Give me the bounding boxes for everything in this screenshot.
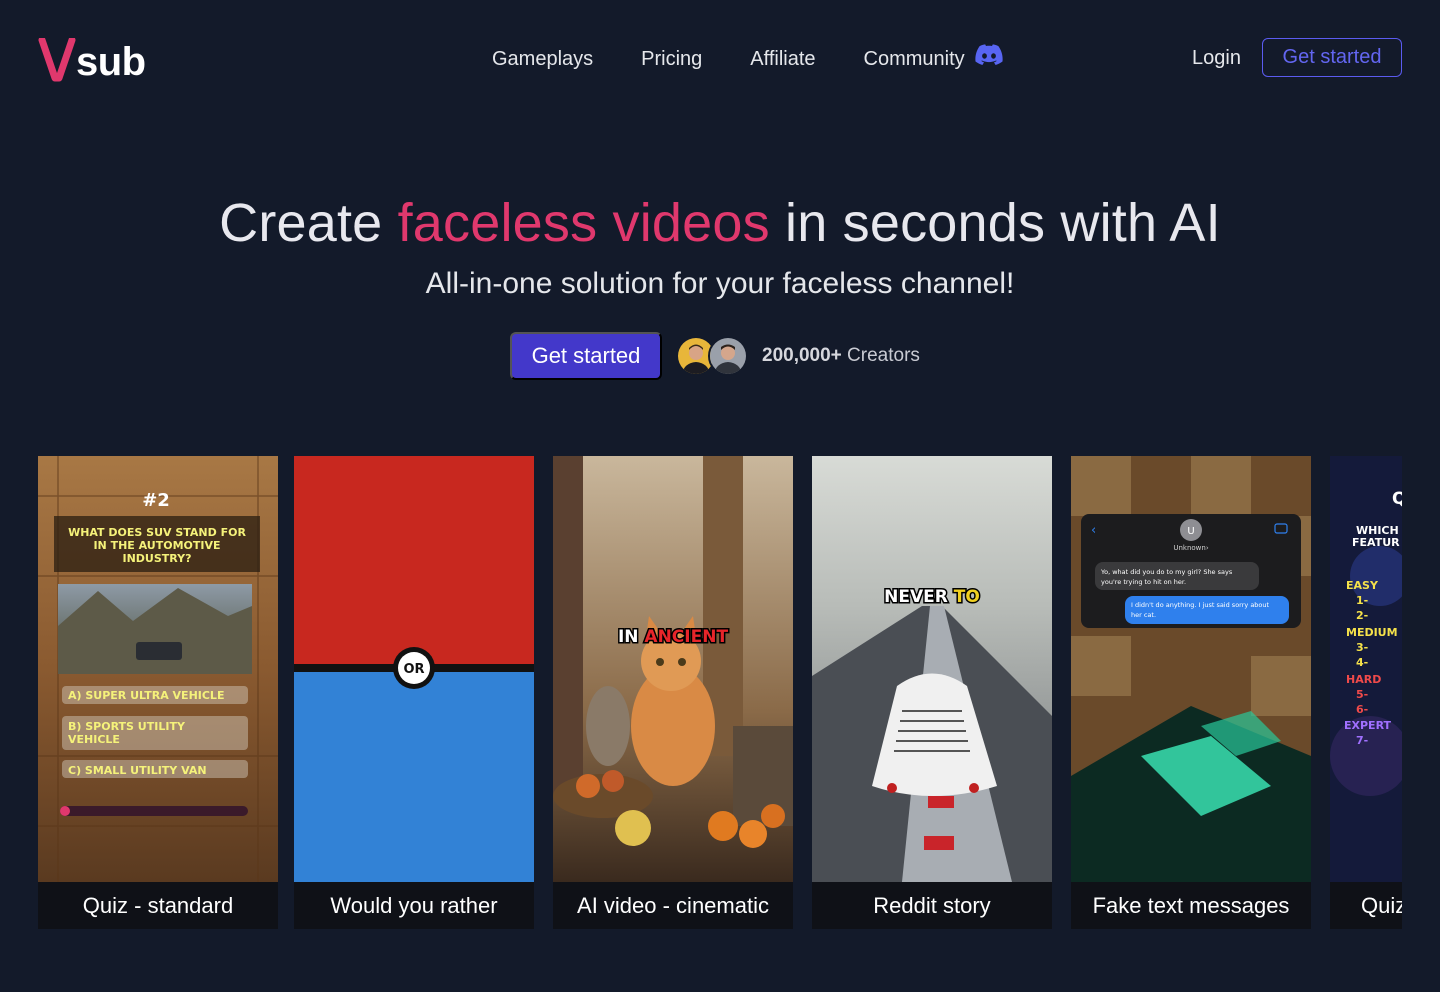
logo-v-mark <box>38 38 76 82</box>
level-item: 1- <box>1356 594 1368 607</box>
contact-name: Unknown› <box>1173 544 1208 552</box>
level-item: 3- <box>1356 641 1368 654</box>
card-label: Quiz - standard <box>38 882 278 929</box>
would-you-rather-preview: OR <box>294 456 534 882</box>
quiz-preview: #2 WHAT DOES SUV STAND FOR IN THE AUTOMO… <box>38 456 278 882</box>
level-item: 4- <box>1356 656 1368 669</box>
discord-icon <box>975 44 1003 74</box>
login-link[interactable]: Login <box>1192 44 1241 72</box>
ai-video-preview: IN ANCIENT <box>553 456 793 882</box>
quiz-title-letter: Q <box>1392 489 1402 509</box>
creators-count: 200,000+ Creators <box>762 343 920 369</box>
level-item: 7- <box>1356 734 1368 747</box>
quiz-question-2: FEATUR <box>1352 536 1400 549</box>
quiz-question-2: IN THE AUTOMOTIVE <box>93 539 220 552</box>
template-card-fake-text-messages[interactable]: ‹ U Unknown› Yo, what did you do to my g… <box>1071 456 1311 929</box>
header-get-started-button[interactable]: Get started <box>1262 38 1402 77</box>
avatar <box>708 336 748 376</box>
logo-text: sub <box>76 40 146 84</box>
contact-initial: U <box>1187 526 1194 537</box>
nav-affiliate[interactable]: Affiliate <box>750 45 815 73</box>
or-badge: OR <box>403 662 424 677</box>
hero-title-end: in seconds with AI <box>769 193 1221 253</box>
message-sent-2: her cat. <box>1131 611 1156 619</box>
hero-get-started-button[interactable]: Get started <box>510 332 662 380</box>
level-hard: HARD <box>1346 673 1381 686</box>
template-card-ai-video-cinematic[interactable]: IN ANCIENT AI video - cinematic <box>553 456 793 929</box>
hero-title-start: Create <box>219 193 398 253</box>
hero-cta-row: Get started 200,000+ Creators <box>510 332 920 380</box>
quiz-option-b: B) SPORTS UTILITY <box>68 720 186 733</box>
template-carousel: #2 WHAT DOES SUV STAND FOR IN THE AUTOMO… <box>38 456 1402 930</box>
cinematic-caption: IN ANCIENT <box>618 627 729 647</box>
template-card-quiz-standard[interactable]: #2 WHAT DOES SUV STAND FOR IN THE AUTOMO… <box>38 456 278 929</box>
logo[interactable]: sub <box>38 34 146 82</box>
message-received-2: you're trying to hit on her. <box>1101 578 1186 586</box>
message-sent-1: I didn't do anything. I just said sorry … <box>1131 601 1270 609</box>
quiz-question-1: WHAT DOES SUV STAND FOR <box>68 526 246 539</box>
quiz-option-c: C) SMALL UTILITY VAN <box>68 764 207 777</box>
level-item: 6- <box>1356 703 1368 716</box>
card-label: Quiz <box>1330 882 1402 929</box>
nav-gameplays-label: Gameplays <box>492 48 594 70</box>
level-item: 2- <box>1356 609 1368 622</box>
reddit-story-preview: NEVER TO <box>812 456 1052 882</box>
hero-title-accent: faceless videos <box>397 193 770 253</box>
template-card-would-you-rather[interactable]: OR Would you rather <box>294 456 534 929</box>
quiz-question-3: INDUSTRY? <box>122 552 191 565</box>
creators-label: Creators <box>841 345 920 366</box>
hero-title: Create faceless videos in seconds with A… <box>0 188 1440 258</box>
main-nav: Gameplays Pricing Affiliate Community <box>492 44 1003 74</box>
quiz-number: #2 <box>142 490 170 511</box>
creators-number: 200,000+ <box>762 345 842 366</box>
nav-community-label: Community <box>863 48 965 70</box>
nav-gameplays[interactable]: Gameplays <box>492 45 593 73</box>
nav-pricing-label: Pricing <box>641 48 703 70</box>
quiz-levels-preview: Q WHICH FEATUR EASY 1- 2- MEDIUM 3- 4- H… <box>1330 456 1402 882</box>
reddit-caption: NEVER TO <box>884 587 980 607</box>
nav-community[interactable]: Community <box>864 44 1003 74</box>
level-medium: MEDIUM <box>1346 626 1398 639</box>
card-label: AI video - cinematic <box>553 882 793 929</box>
template-card-reddit-story[interactable]: NEVER TO Reddit story <box>812 456 1052 929</box>
level-easy: EASY <box>1346 579 1379 592</box>
message-received-1: Yo, what did you do to my girl? She says <box>1100 568 1233 576</box>
site-header: sub Gameplays Pricing Affiliate Communit… <box>0 0 1440 116</box>
nav-affiliate-label: Affiliate <box>750 48 816 70</box>
card-label: Would you rather <box>294 882 534 929</box>
hero-subtitle: All-in-one solution for your faceless ch… <box>425 267 1015 300</box>
quiz-option-b-cont: VEHICLE <box>68 733 120 746</box>
level-expert: EXPERT <box>1344 719 1392 732</box>
quiz-option-a: A) SUPER ULTRA VEHICLE <box>68 689 224 702</box>
fake-text-preview: ‹ U Unknown› Yo, what did you do to my g… <box>1071 456 1311 882</box>
back-icon: ‹ <box>1091 523 1096 538</box>
nav-pricing[interactable]: Pricing <box>641 45 702 73</box>
card-label: Reddit story <box>812 882 1052 929</box>
template-card-quiz[interactable]: Q WHICH FEATUR EASY 1- 2- MEDIUM 3- 4- H… <box>1330 456 1402 929</box>
level-item: 5- <box>1356 688 1368 701</box>
card-label: Fake text messages <box>1071 882 1311 929</box>
creator-avatars <box>676 336 748 376</box>
